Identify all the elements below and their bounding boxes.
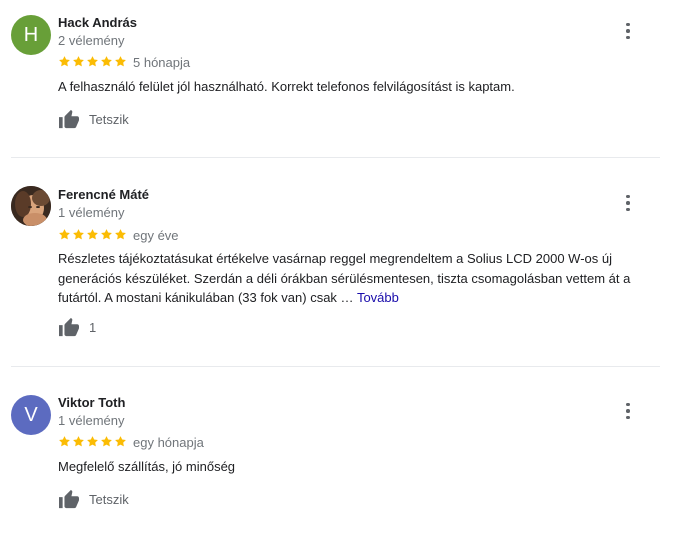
thumbs-up-icon	[59, 109, 79, 129]
star-icon	[87, 436, 98, 447]
star-icon	[73, 436, 84, 447]
star-icon	[101, 436, 112, 447]
more-options-icon[interactable]	[618, 21, 638, 41]
star-icon	[115, 56, 126, 67]
like-label: Tetszik	[89, 111, 129, 127]
author-name[interactable]: Ferencné Máté	[58, 187, 149, 202]
star-icon	[87, 229, 98, 240]
star-icon	[59, 436, 70, 447]
star-icon	[101, 229, 112, 240]
star-rating	[58, 435, 127, 448]
star-icon	[101, 56, 112, 67]
star-icon	[73, 229, 84, 240]
avatar[interactable]: V	[11, 395, 51, 435]
review-count: 1 vélemény	[58, 413, 125, 428]
more-options-icon[interactable]	[618, 401, 638, 421]
star-rating	[58, 228, 127, 241]
read-more-link[interactable]: Tovább	[357, 290, 399, 305]
review-count: 1 vélemény	[58, 205, 125, 220]
divider	[11, 366, 660, 367]
like-count: 1	[89, 319, 97, 335]
star-icon	[73, 56, 84, 67]
thumbs-up-icon	[59, 317, 79, 337]
divider	[11, 157, 660, 158]
avatar-initial: V	[24, 403, 38, 426]
like-button[interactable]: 1	[58, 316, 96, 338]
review-time: egy éve	[133, 228, 179, 243]
like-button[interactable]: Tetszik	[58, 488, 129, 510]
review-text: A felhasználó felület jól használható. K…	[58, 79, 515, 94]
star-icon	[59, 229, 70, 240]
thumbs-up-icon	[59, 489, 79, 509]
author-name[interactable]: Hack András	[58, 15, 137, 30]
review-time: 5 hónapja	[133, 55, 191, 70]
review-time: egy hónapja	[133, 435, 204, 450]
avatar-initial: H	[23, 23, 39, 46]
review-text-body: Részletes tájékoztatásukat értékelve vas…	[58, 251, 631, 305]
star-rating	[58, 55, 127, 68]
avatar[interactable]	[11, 186, 51, 226]
star-icon	[59, 56, 70, 67]
review-count: 2 vélemény	[58, 33, 125, 48]
more-options-icon[interactable]	[618, 193, 638, 213]
like-label: Tetszik	[89, 491, 129, 507]
star-icon	[115, 436, 126, 447]
author-name[interactable]: Viktor Toth	[58, 395, 125, 410]
photo-avatar-icon	[11, 186, 51, 226]
star-icon	[115, 229, 126, 240]
avatar[interactable]: H	[11, 15, 51, 55]
like-button[interactable]: Tetszik	[58, 108, 129, 130]
star-icon	[87, 56, 98, 67]
review-text: Megfelelő szállítás, jó minőség	[58, 459, 236, 474]
review-text: Részletes tájékoztatásukat értékelve vas…	[58, 249, 648, 308]
